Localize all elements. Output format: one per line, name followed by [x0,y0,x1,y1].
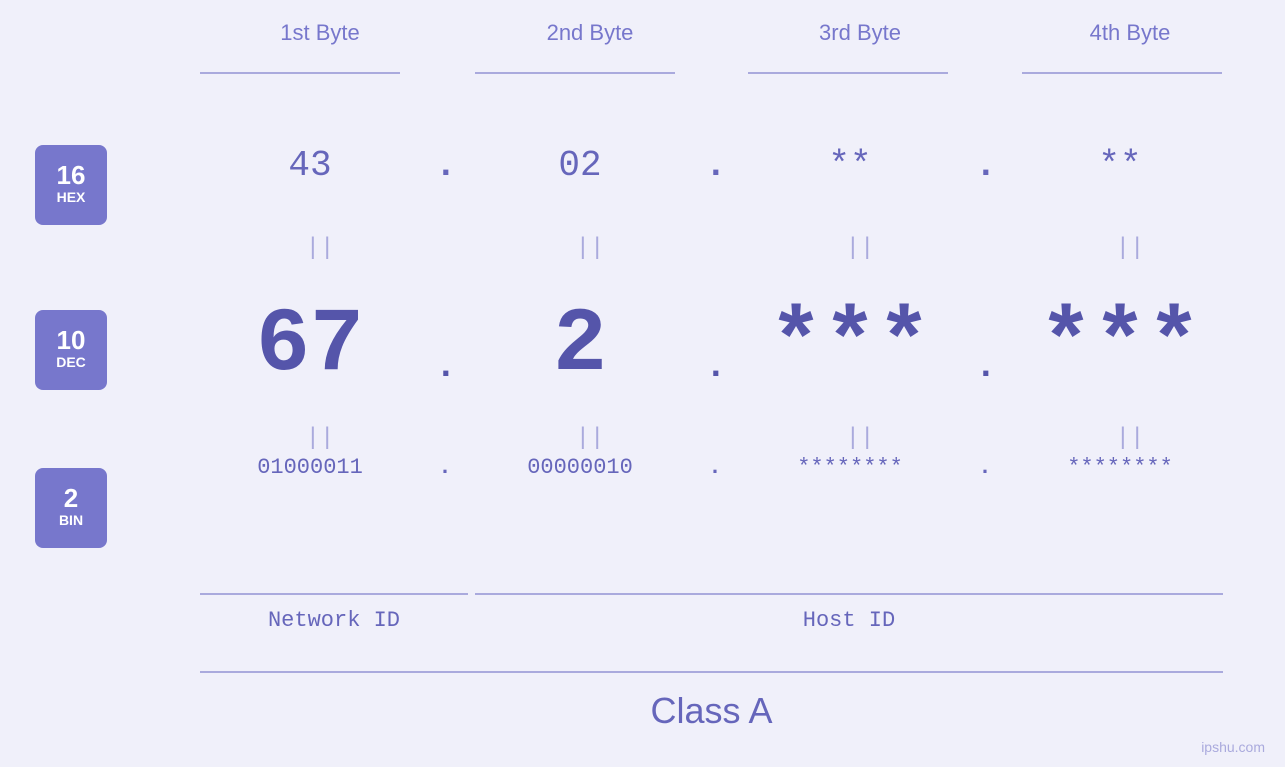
hex-dot3: . [975,145,995,186]
dec-byte4: *** [995,295,1245,397]
bin-badge-number: 2 [64,485,78,511]
bin-badge-label: BIN [59,511,83,531]
byte4-header: 4th Byte [995,20,1265,46]
bin-byte2: 00000010 [455,455,705,480]
hex-byte2: 02 [455,145,705,186]
hex-byte4: ** [995,145,1245,186]
dec-dot3: . [975,346,995,387]
eq-mid-2: || [455,425,725,452]
equals-row-top: || || || || [185,235,1265,262]
dec-dot2: . [705,346,725,387]
eq-mid-1: || [185,425,455,452]
equals-row-mid: || || || || [185,425,1265,452]
hex-badge-number: 16 [57,162,86,188]
eq-top-4: || [995,235,1265,262]
hex-badge-label: HEX [57,188,86,208]
hex-byte3: ** [725,145,975,186]
bracket-line-2 [475,72,675,74]
host-id-label: Host ID [475,608,1223,633]
dec-badge-label: DEC [56,353,86,373]
main-container: 1st Byte 2nd Byte 3rd Byte 4th Byte 16 H… [0,0,1285,767]
network-bracket [200,593,468,595]
eq-mid-3: || [725,425,995,452]
dec-row: 67 . 2 . *** . *** [185,295,1265,397]
dec-badge: 10 DEC [35,310,107,390]
byte2-header: 2nd Byte [455,20,725,46]
bracket-line-1 [200,72,400,74]
dec-byte3: *** [725,295,975,397]
hex-row: 43 . 02 . ** . ** [185,145,1265,186]
watermark: ipshu.com [1201,739,1265,755]
bin-row: 01000011 . 00000010 . ******** . *******… [185,455,1265,480]
network-id-label: Network ID [200,608,468,633]
dec-badge-number: 10 [57,327,86,353]
dec-byte1: 67 [185,295,435,397]
bracket-line-3 [748,72,948,74]
bin-byte4: ******** [995,455,1245,480]
bin-dot3: . [975,455,995,480]
byte3-header: 3rd Byte [725,20,995,46]
eq-top-2: || [455,235,725,262]
class-label: Class A [200,690,1223,732]
byte-headers: 1st Byte 2nd Byte 3rd Byte 4th Byte [185,20,1265,46]
bracket-line-4 [1022,72,1222,74]
byte1-header: 1st Byte [185,20,455,46]
class-bracket [200,671,1223,673]
bin-byte1: 01000011 [185,455,435,480]
bin-dot1: . [435,455,455,480]
bin-dot2: . [705,455,725,480]
eq-top-1: || [185,235,455,262]
dec-byte2: 2 [455,295,705,397]
host-bracket [475,593,1223,595]
hex-badge: 16 HEX [35,145,107,225]
eq-mid-4: || [995,425,1265,452]
eq-top-3: || [725,235,995,262]
dec-dot1: . [435,346,455,387]
bin-byte3: ******** [725,455,975,480]
hex-byte1: 43 [185,145,435,186]
hex-dot1: . [435,145,455,186]
hex-dot2: . [705,145,725,186]
bin-badge: 2 BIN [35,468,107,548]
